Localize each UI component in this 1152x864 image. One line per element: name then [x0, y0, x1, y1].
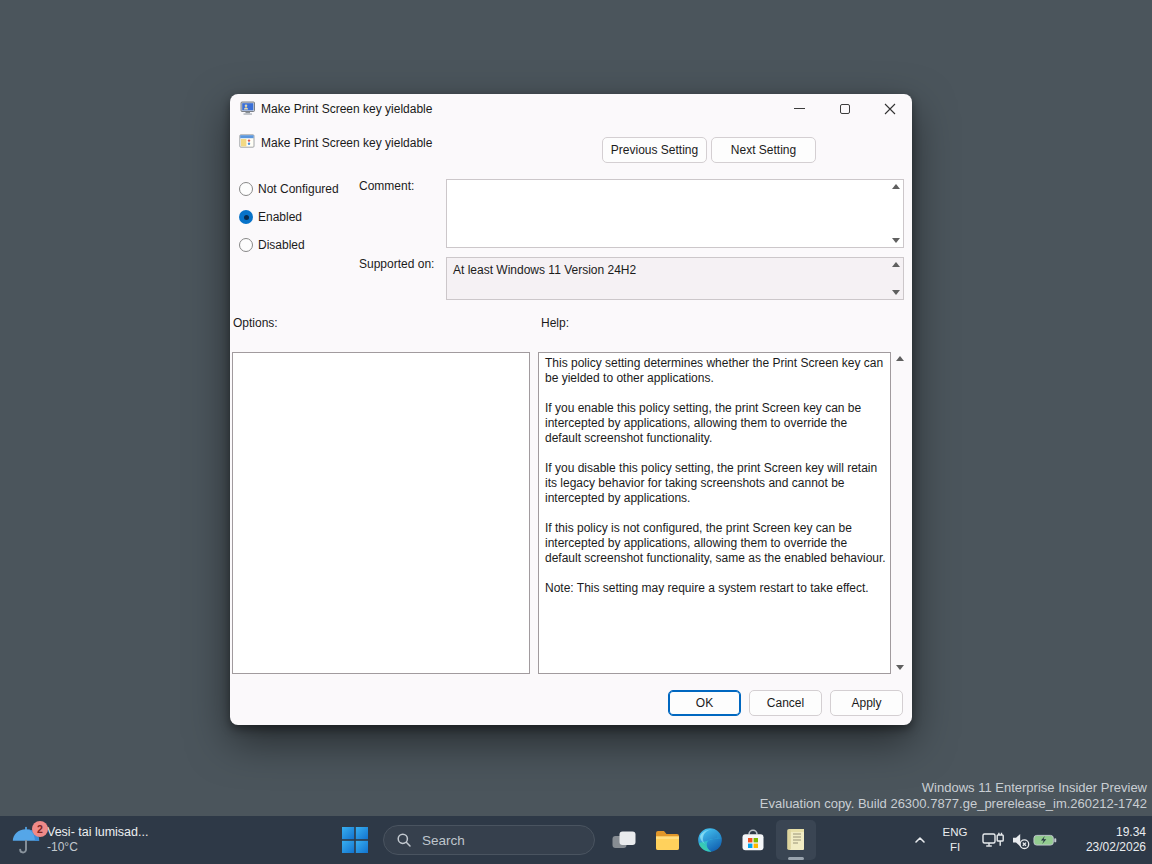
- supported-on-box: At least Windows 11 Version 24H2: [446, 257, 904, 300]
- group-policy-editor-icon: [782, 826, 810, 854]
- minimize-button[interactable]: [777, 94, 822, 123]
- battery-charging-icon: [1033, 828, 1057, 852]
- help-paragraph: Note: This setting may require a system …: [545, 581, 886, 596]
- microsoft-store-button[interactable]: [733, 820, 773, 860]
- dialog-title: Make Print Screen key yieldable: [261, 102, 432, 116]
- scroll-up-icon[interactable]: [892, 262, 900, 267]
- evaluation-watermark: Windows 11 Enterprise Insider Preview Ev…: [760, 780, 1147, 811]
- windows-logo-icon: [342, 827, 368, 853]
- group-policy-editor-button[interactable]: [776, 820, 816, 860]
- task-view-icon: [611, 827, 637, 853]
- help-paragraph: This policy setting determines whether t…: [545, 356, 886, 386]
- chevron-up-icon: [913, 833, 927, 847]
- radio-disabled-label[interactable]: Disabled: [258, 238, 305, 252]
- help-paragraph: If you disable this policy setting, the …: [545, 461, 886, 506]
- edge-browser-button[interactable]: [690, 820, 730, 860]
- weather-widget[interactable]: 2 Vesi- tai lumisad... -10°C: [10, 816, 148, 864]
- supported-scrollbar[interactable]: [889, 259, 902, 298]
- supported-on-label: Supported on:: [359, 257, 434, 271]
- scroll-up-icon[interactable]: [896, 356, 904, 361]
- scroll-down-icon[interactable]: [892, 238, 900, 243]
- language-line2: FI: [938, 840, 972, 855]
- start-button[interactable]: [335, 820, 375, 860]
- taskbar: 2 Vesi- tai lumisad... -10°C Search: [0, 816, 1152, 864]
- radio-disabled-circle[interactable]: [239, 238, 253, 252]
- search-icon: [396, 832, 412, 848]
- volume-muted-icon: [1008, 828, 1032, 852]
- tray-overflow-button[interactable]: [908, 828, 932, 852]
- help-paragraph: If this policy is not configured, the pr…: [545, 521, 886, 566]
- help-paragraph: If you enable this policy setting, the p…: [545, 401, 886, 446]
- comment-label: Comment:: [359, 179, 414, 193]
- policy-setting-icon: [239, 133, 255, 149]
- help-scrollbar[interactable]: [893, 352, 906, 674]
- help-label: Help:: [541, 316, 569, 330]
- radio-enabled-circle[interactable]: [239, 210, 253, 224]
- radio-enabled[interactable]: Enabled: [239, 207, 302, 227]
- file-explorer-button[interactable]: [647, 820, 687, 860]
- help-panel[interactable]: This policy setting determines whether t…: [538, 352, 891, 674]
- cancel-button[interactable]: Cancel: [749, 690, 822, 716]
- ok-button[interactable]: OK: [668, 690, 741, 716]
- search-placeholder: Search: [422, 833, 465, 848]
- ethernet-icon: [981, 828, 1005, 852]
- volume-tray-button[interactable]: [1008, 828, 1032, 852]
- comment-scrollbar[interactable]: [889, 181, 902, 246]
- previous-setting-button[interactable]: Previous Setting: [602, 137, 707, 163]
- policy-setting-dialog: Make Print Screen key yieldable Make Pri…: [230, 94, 912, 725]
- language-line1: ENG: [938, 825, 972, 840]
- radio-not-configured-circle[interactable]: [239, 182, 253, 196]
- tray-date: 23/02/2026: [1086, 840, 1146, 855]
- supported-on-value: At least Windows 11 Version 24H2: [453, 263, 636, 277]
- file-explorer-icon: [654, 827, 681, 854]
- weather-temperature: -10°C: [47, 840, 148, 855]
- task-view-button[interactable]: [604, 820, 644, 860]
- radio-disabled[interactable]: Disabled: [239, 235, 305, 255]
- watermark-line1: Windows 11 Enterprise Insider Preview: [760, 780, 1147, 796]
- notification-badge: 2: [32, 821, 48, 837]
- network-tray-button[interactable]: [981, 828, 1005, 852]
- radio-enabled-label[interactable]: Enabled: [258, 210, 302, 224]
- radio-not-configured[interactable]: Not Configured: [239, 179, 339, 199]
- group-policy-window-icon: [240, 100, 256, 116]
- clock[interactable]: 19.34 23/02/2026: [1086, 825, 1146, 855]
- battery-tray-button[interactable]: [1033, 828, 1057, 852]
- weather-text: Vesi- tai lumisad... -10°C: [47, 825, 148, 855]
- apply-button[interactable]: Apply: [830, 690, 903, 716]
- scroll-down-icon[interactable]: [892, 290, 900, 295]
- scroll-down-icon[interactable]: [896, 665, 904, 670]
- options-label: Options:: [233, 316, 278, 330]
- watermark-line2: Evaluation copy. Build 26300.7877.ge_pre…: [760, 796, 1147, 812]
- microsoft-store-icon: [740, 827, 766, 853]
- maximize-button[interactable]: [822, 94, 867, 123]
- language-indicator[interactable]: ENG FI: [938, 825, 972, 855]
- comment-textarea[interactable]: [446, 179, 904, 248]
- options-panel: [232, 352, 530, 674]
- active-app-indicator: [788, 857, 804, 860]
- maximize-icon: [840, 104, 850, 114]
- tray-time: 19.34: [1086, 825, 1146, 840]
- radio-not-configured-label[interactable]: Not Configured: [258, 182, 339, 196]
- minimize-icon: [794, 108, 805, 109]
- close-button[interactable]: [867, 94, 912, 123]
- weather-headline: Vesi- tai lumisad...: [47, 825, 148, 840]
- policy-name: Make Print Screen key yieldable: [261, 136, 432, 150]
- edge-icon: [697, 827, 723, 853]
- next-setting-button[interactable]: Next Setting: [711, 137, 816, 163]
- close-icon: [884, 103, 896, 115]
- scroll-up-icon[interactable]: [892, 184, 900, 189]
- search-input[interactable]: Search: [383, 825, 595, 855]
